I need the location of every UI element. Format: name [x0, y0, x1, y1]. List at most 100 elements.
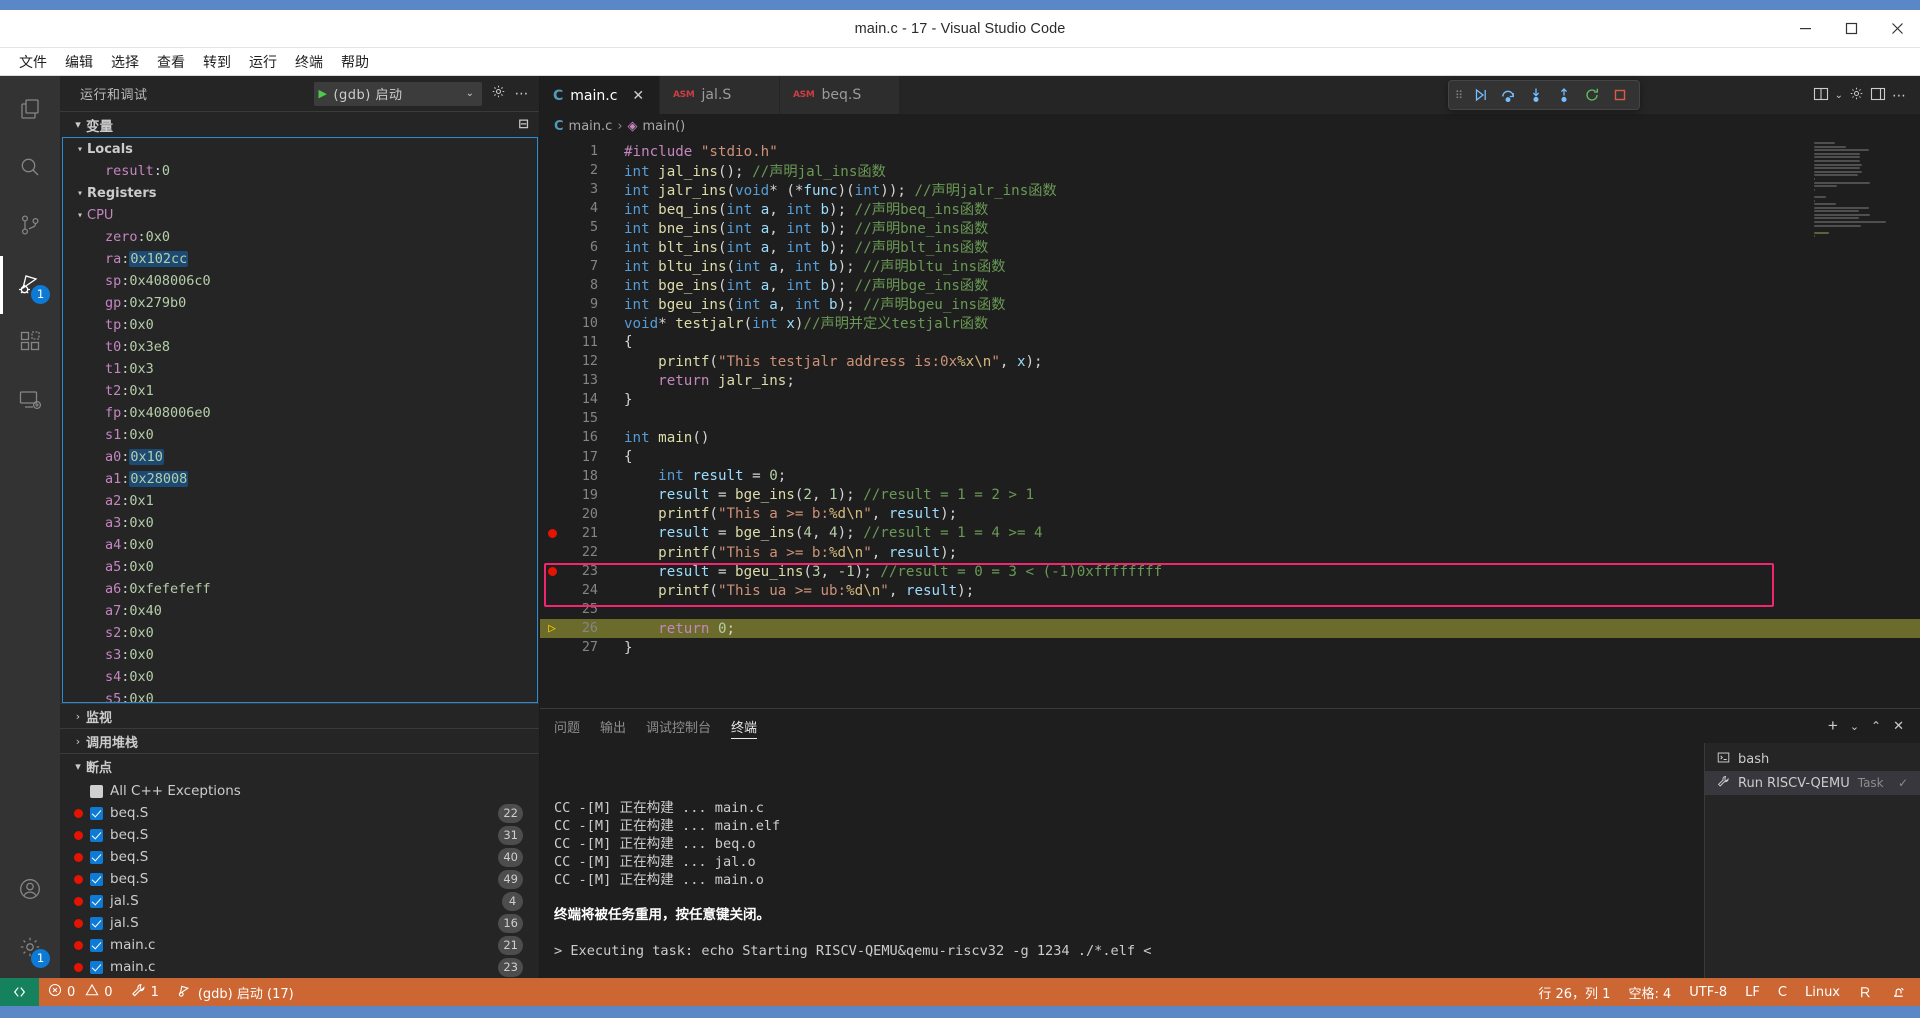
menu-item-go[interactable]: 转到: [194, 49, 240, 75]
breakpoint-glyph-icon[interactable]: [540, 567, 564, 576]
status-cursor-position[interactable]: 行 26，列 1: [1529, 983, 1619, 1002]
variable-row[interactable]: a5: 0x0: [63, 556, 537, 578]
variable-row[interactable]: t1: 0x3: [63, 358, 537, 380]
execution-pointer-icon[interactable]: ▷: [540, 621, 564, 636]
variable-row[interactable]: tp: 0x0: [63, 314, 537, 336]
code-line[interactable]: 4int beq_ins(int a, int b); //声明beq_ins函…: [540, 199, 1920, 218]
menu-item-edit[interactable]: 编辑: [56, 49, 102, 75]
breakpoint-checkbox[interactable]: [90, 961, 103, 974]
activity-manage-settings[interactable]: 1: [0, 920, 60, 978]
code-line[interactable]: 21 result = bge_ins(4, 4); //result = 1 …: [540, 524, 1920, 543]
section-variables[interactable]: ▾ 变量 ⊟: [60, 111, 539, 137]
status-debug-config[interactable]: (gdb) 启动 (17): [168, 978, 303, 1006]
menu-item-run[interactable]: 运行: [240, 49, 286, 75]
maximize-panel-icon[interactable]: ⌃: [1871, 719, 1881, 733]
activity-explorer[interactable]: [0, 82, 60, 140]
status-eol[interactable]: LF: [1736, 985, 1769, 1000]
activity-search[interactable]: [0, 140, 60, 198]
split-editor-icon[interactable]: [1813, 86, 1829, 105]
code-line[interactable]: 22 printf("This a >= b:%d\n", result);: [540, 543, 1920, 562]
variable-row[interactable]: t2: 0x1: [63, 380, 537, 402]
status-language-mode[interactable]: C: [1769, 985, 1796, 1000]
variable-row[interactable]: a0: 0x10: [63, 446, 537, 468]
breakpoint-checkbox[interactable]: [90, 785, 103, 798]
collapse-all-icon[interactable]: ⊟: [518, 117, 529, 132]
code-line[interactable]: 3int jalr_ins(void* (*func)(int)); //声明j…: [540, 180, 1920, 199]
chevron-down-icon[interactable]: ⌄: [1835, 90, 1843, 101]
toggle-panel-icon[interactable]: [1870, 86, 1886, 105]
variable-row[interactable]: s4: 0x0: [63, 666, 537, 688]
breakpoint-checkbox[interactable]: [90, 851, 103, 864]
breakpoint-glyph-icon[interactable]: [540, 529, 564, 538]
breakpoint-row[interactable]: main.c21: [60, 934, 539, 956]
code-line[interactable]: 23 result = bgeu_ins(3, -1); //result = …: [540, 562, 1920, 581]
status-platform[interactable]: Linux: [1796, 985, 1849, 1000]
notifications-bell-icon[interactable]: [1882, 985, 1920, 1000]
variables-tree[interactable]: ▾Localsresult: 0▾Registers▾CPUzero: 0x0r…: [62, 137, 538, 703]
minimap[interactable]: [1814, 142, 1906, 204]
variable-row[interactable]: ra: 0x102cc: [63, 248, 537, 270]
status-tasks[interactable]: 1: [122, 978, 168, 1006]
chevron-down-icon[interactable]: ▾: [73, 188, 87, 199]
terminal-output[interactable]: CC -[M] 正在构建 ... main.cCC -[M] 正在构建 ... …: [540, 743, 1704, 978]
terminal-dropdown-icon[interactable]: ⌄: [1850, 720, 1859, 733]
panel-tab[interactable]: 问题: [554, 709, 580, 743]
breakpoint-row[interactable]: jal.S16: [60, 912, 539, 934]
breakpoint-checkbox[interactable]: [90, 895, 103, 908]
code-line[interactable]: 12 printf("This testjalr address is:0x%x…: [540, 352, 1920, 371]
chevron-down-icon[interactable]: ▾: [73, 144, 87, 155]
breakpoint-row[interactable]: All C++ Exceptions: [60, 780, 539, 802]
status-indentation[interactable]: 空格: 4: [1619, 983, 1680, 1002]
code-line[interactable]: 5int bne_ins(int a, int b); //声明bne_ins函…: [540, 218, 1920, 237]
variable-row[interactable]: fp: 0x408006e0: [63, 402, 537, 424]
activity-accounts[interactable]: [0, 862, 60, 920]
breakpoints-list[interactable]: All C++ Exceptionsbeq.S22beq.S31beq.S40b…: [60, 778, 539, 978]
code-line[interactable]: 24 printf("This ua >= ub:%d\n", result);: [540, 581, 1920, 600]
breakpoint-row[interactable]: beq.S40: [60, 846, 539, 868]
variable-scope-row[interactable]: ▾Registers: [63, 182, 537, 204]
section-watch[interactable]: › 监视: [60, 703, 539, 728]
prettier-icon[interactable]: [1849, 985, 1882, 1000]
remote-indicator-icon[interactable]: [0, 978, 39, 1006]
section-breakpoints[interactable]: ▾ 断点: [60, 753, 539, 778]
variable-scope-row[interactable]: ▾Locals: [63, 138, 537, 160]
variable-row[interactable]: s1: 0x0: [63, 424, 537, 446]
more-actions-icon[interactable]: ⋯: [515, 86, 530, 102]
close-icon[interactable]: ✕: [632, 88, 644, 104]
menu-item-view[interactable]: 查看: [148, 49, 194, 75]
breakpoint-row[interactable]: beq.S49: [60, 868, 539, 890]
breakpoint-checkbox[interactable]: [90, 939, 103, 952]
variable-row[interactable]: s5: 0x0: [63, 688, 537, 703]
status-encoding[interactable]: UTF-8: [1680, 985, 1736, 1000]
section-callstack[interactable]: › 调用堆栈: [60, 728, 539, 753]
code-line[interactable]: 20 printf("This a >= b:%d\n", result);: [540, 505, 1920, 524]
gear-icon[interactable]: [491, 84, 506, 103]
code-line[interactable]: 7int bltu_ins(int a, int b); //声明bltu_in…: [540, 257, 1920, 276]
variable-row[interactable]: a3: 0x0: [63, 512, 537, 534]
breakpoint-row[interactable]: beq.S31: [60, 824, 539, 846]
activity-remote-explorer[interactable]: [0, 372, 60, 430]
stop-button[interactable]: [1607, 83, 1633, 107]
editor-tab-jal-S[interactable]: ASMjal.S: [660, 76, 780, 114]
continue-button[interactable]: [1467, 83, 1493, 107]
layout-gear-icon[interactable]: [1849, 86, 1864, 104]
panel-tab[interactable]: 输出: [600, 709, 626, 743]
editor-tab-beq-S[interactable]: ASMbeq.S: [780, 76, 900, 114]
variable-row[interactable]: t0: 0x3e8: [63, 336, 537, 358]
close-panel-icon[interactable]: ✕: [1893, 718, 1904, 734]
menu-item-selection[interactable]: 选择: [102, 49, 148, 75]
step-into-button[interactable]: [1523, 83, 1549, 107]
breakpoint-checkbox[interactable]: [90, 829, 103, 842]
code-line[interactable]: 1#include "stdio.h": [540, 142, 1920, 161]
breakpoint-checkbox[interactable]: [90, 873, 103, 886]
terminal-instance-row[interactable]: bash: [1705, 747, 1920, 771]
code-editor[interactable]: 1#include "stdio.h"2int jal_ins(); //声明j…: [540, 138, 1920, 708]
code-line[interactable]: ▷26 return 0;: [540, 619, 1920, 638]
code-line[interactable]: 9int bgeu_ins(int a, int b); //声明bgeu_in…: [540, 295, 1920, 314]
code-line[interactable]: 14}: [540, 390, 1920, 409]
variable-row[interactable]: zero: 0x0: [63, 226, 537, 248]
variable-row[interactable]: result: 0: [63, 160, 537, 182]
restart-button[interactable]: [1579, 83, 1605, 107]
menu-item-help[interactable]: 帮助: [332, 49, 378, 75]
variable-row[interactable]: a6: 0xfefefeff: [63, 578, 537, 600]
